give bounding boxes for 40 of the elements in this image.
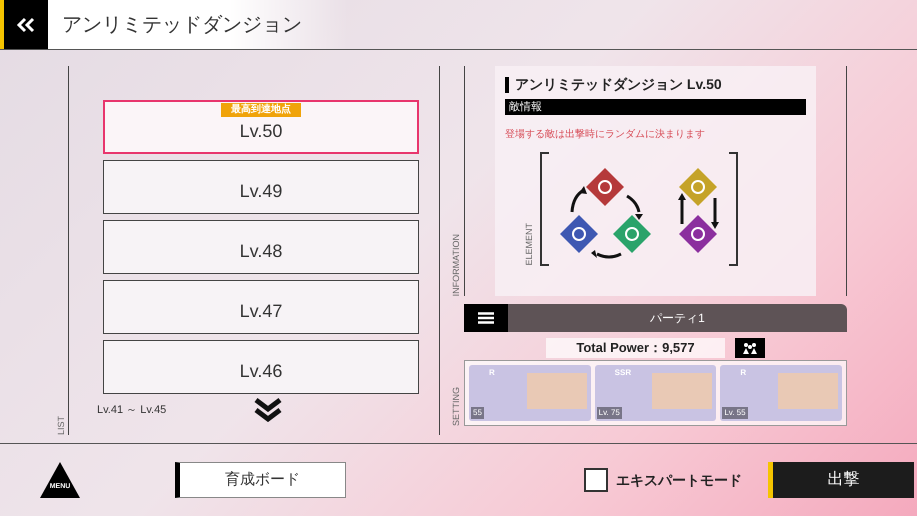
level-range-label: Lv.41 ～ Lv.45 [97, 402, 168, 418]
rarity-label: SSR [614, 367, 632, 379]
highest-reached-badge: 最高到達地点 [221, 103, 301, 117]
character-level: Lv. 75 [596, 407, 622, 419]
total-power: Total Power：9,577 [546, 338, 725, 358]
list-label: LIST [55, 416, 67, 435]
level-list-item[interactable]: Lv.47 [103, 280, 419, 334]
expert-mode-label: エキスパートモード [616, 470, 742, 490]
people-icon [740, 342, 759, 354]
rarity-label: R [489, 367, 496, 379]
rarity-label: R [740, 367, 748, 379]
back-button[interactable] [4, 0, 48, 49]
character-portrait-placeholder [778, 373, 838, 409]
expert-mode-checkbox[interactable] [584, 468, 608, 492]
menu-icon [478, 312, 494, 324]
sortie-button[interactable]: 出撃 [768, 462, 914, 498]
character-portrait-placeholder [526, 373, 587, 409]
party-menu-button[interactable] [464, 304, 508, 332]
information-label: INFORMATION [450, 234, 462, 296]
formation-button[interactable] [734, 338, 765, 358]
level-list-item[interactable]: 最高到達地点 Lv.50 [103, 100, 419, 154]
dungeon-title: アンリミテッドダンジョン Lv.50 [515, 75, 722, 94]
level-list-item[interactable]: Lv.48 [103, 220, 419, 274]
level-list-item[interactable]: Lv.49 [103, 160, 419, 214]
element-label: ELEMENT [523, 223, 535, 266]
character-card[interactable]: R Lv. 55 [720, 365, 842, 421]
party-name: パーティ1 [650, 310, 705, 327]
character-portrait-placeholder [652, 373, 712, 409]
page-title: アンリミテッドダンジョン [62, 12, 302, 38]
character-level: Lv. 55 [722, 407, 748, 419]
double-chevron-down-icon[interactable] [253, 398, 283, 422]
character-level: 55 [471, 407, 484, 419]
level-list-item[interactable]: Lv.46 [103, 340, 419, 394]
double-chevron-left-icon [17, 16, 35, 32]
section-header: 敵情報 [505, 99, 806, 115]
character-card[interactable]: R 55 [469, 365, 591, 421]
setting-label: SETTING [450, 386, 462, 426]
enemy-note: 登場する敵は出撃時にランダムに決まります [505, 128, 706, 142]
character-card[interactable]: SSR Lv. 75 [594, 365, 716, 421]
training-board-button[interactable]: 育成ボード [175, 462, 346, 498]
